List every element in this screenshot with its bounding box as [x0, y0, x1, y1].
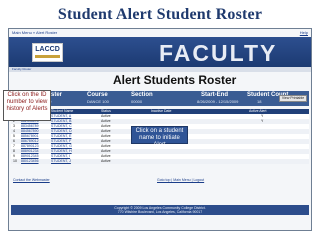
student-name-link[interactable]: STUDENT, C [51, 124, 72, 128]
row-status: Active [101, 139, 111, 143]
student-name-link[interactable]: STUDENT, B [51, 119, 71, 123]
course-value: DANCE 100 [87, 99, 109, 104]
breadcrumb[interactable]: Main Menu » Alert Roster [12, 30, 57, 35]
student-id-link[interactable]: 887890123 [21, 144, 39, 148]
copyright-footer: Copyright © 2009 Los Angeles Community C… [11, 205, 309, 215]
row-number: 9 [13, 154, 15, 158]
student-name-link[interactable]: STUDENT, J [51, 159, 71, 163]
footer-nav: Contact the Webmaster Goto top | Main Me… [11, 177, 309, 183]
student-id-link[interactable]: 889012345 [21, 154, 39, 158]
student-name-link[interactable]: STUDENT, D [51, 129, 72, 133]
course-info-bar: Semester Fall 2009 Course DANCE 100 Sect… [11, 91, 309, 106]
student-name-link[interactable]: STUDENT, F [51, 139, 71, 143]
row-status: Active [101, 159, 111, 163]
table-row: 10 880123456 STUDENT, J Active [11, 159, 309, 164]
section-value: 00000 [131, 99, 143, 104]
row-number: 8 [13, 149, 15, 153]
start-end-value: 8/26/2009 - 12/15/2009 [197, 99, 239, 104]
header-student-name[interactable]: Student Name [51, 109, 73, 113]
logo-stripe [35, 55, 60, 58]
student-id-link[interactable]: 885678901 [21, 134, 39, 138]
row-active-alert: Y [261, 119, 264, 123]
header-status[interactable]: Status [101, 109, 111, 113]
subnav-label[interactable]: Faculty Roster [12, 67, 31, 71]
row-number: 4 [13, 129, 15, 133]
student-id-link[interactable]: 888901234 [21, 149, 39, 153]
header-active-alert[interactable]: Active Alert [249, 109, 267, 113]
student-name-link[interactable]: STUDENT, H [51, 149, 72, 153]
student-count-value: 18 [257, 99, 262, 104]
student-name-link[interactable]: STUDENT, I [51, 154, 70, 158]
row-status: Active [101, 119, 111, 123]
course-label: Course [87, 92, 108, 98]
slide-title: Student Alert Student Roster [57, 6, 263, 23]
student-name-link[interactable]: STUDENT, G [51, 144, 72, 148]
student-name-link[interactable]: STUDENT, A [51, 114, 71, 118]
address-line: 770 Wilshire Boulevard, Los Angeles, Cal… [117, 210, 203, 214]
view-printable-button[interactable]: View Printable [279, 95, 307, 102]
row-status: Active [101, 124, 111, 128]
row-number: 3 [13, 124, 15, 128]
row-active-alert: Y [261, 114, 264, 118]
section-label: Section [131, 92, 153, 98]
student-id-link[interactable]: 884567890 [21, 129, 39, 133]
header-inactive-date[interactable]: Inactive Date [151, 109, 171, 113]
start-end-label: Start-End [201, 92, 228, 98]
row-number: 10 [13, 159, 17, 163]
row-status: Active [101, 154, 111, 158]
student-name-link[interactable]: STUDENT, E [51, 134, 71, 138]
row-status: Active [101, 129, 111, 133]
callout-id-history: Click on the ID number to view history o… [3, 90, 51, 121]
row-number: 6 [13, 139, 15, 143]
logo-text: LACCD [35, 46, 60, 53]
banner-title: FACULTY [159, 40, 278, 66]
row-status: Active [101, 114, 111, 118]
laccd-logo: LACCD [32, 43, 63, 62]
header-banner: LACCD FACULTY [9, 37, 311, 67]
row-status: Active [101, 149, 111, 153]
row-number: 5 [13, 134, 15, 138]
student-id-link[interactable]: 883456789 [21, 124, 39, 128]
footer-links[interactable]: Goto top | Main Menu | Logout [157, 178, 204, 182]
contact-webmaster-link[interactable]: Contact the Webmaster [13, 178, 50, 182]
row-number: 7 [13, 144, 15, 148]
top-bar: Main Menu » Alert Roster Help [9, 29, 311, 37]
callout-student-name: Click on a student name to initiate Aler… [131, 126, 188, 148]
sub-navigation: Faculty Roster [9, 67, 311, 72]
student-id-link[interactable]: 880123456 [21, 159, 39, 163]
row-status: Active [101, 134, 111, 138]
row-status: Active [101, 144, 111, 148]
student-id-link[interactable]: 886789012 [21, 139, 39, 143]
page-title: Alert Students Roster [113, 73, 237, 87]
help-link[interactable]: Help [300, 30, 308, 35]
